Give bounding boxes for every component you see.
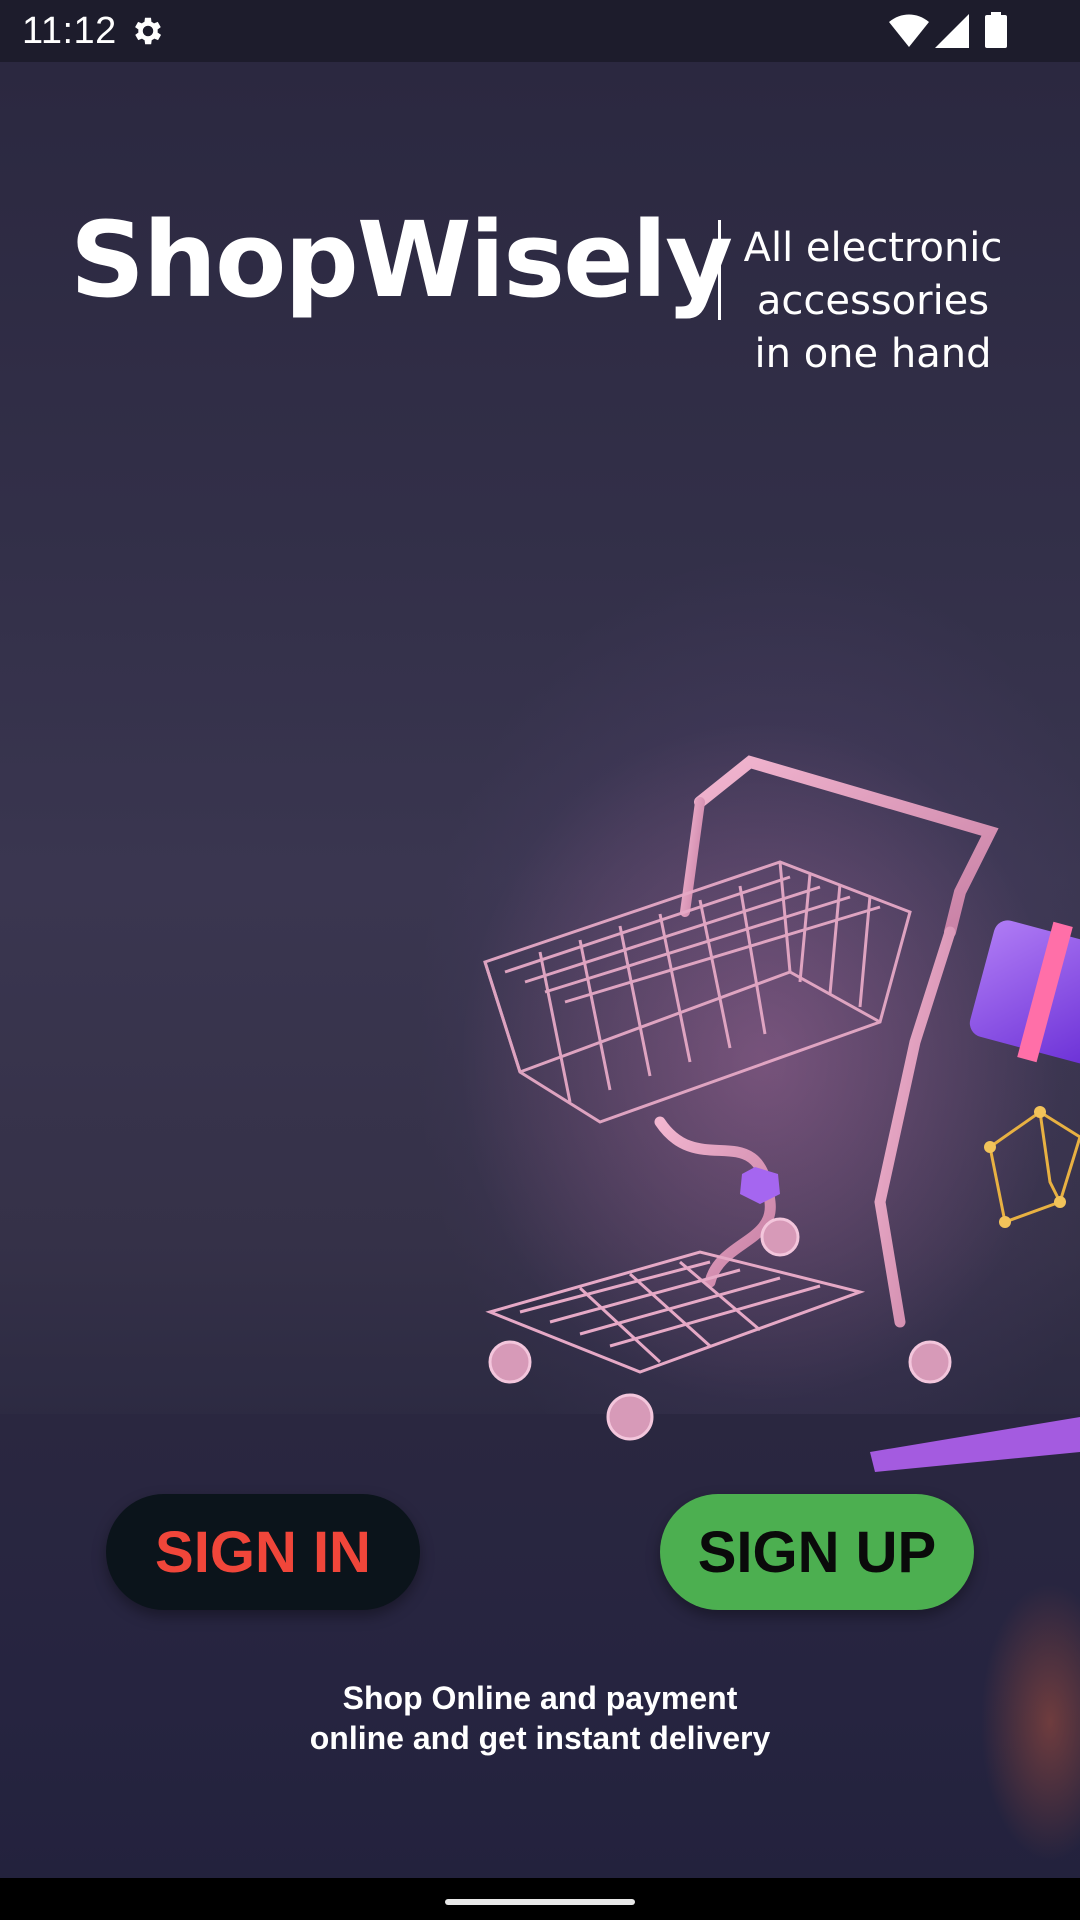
welcome-screen: ShopWisely All electronic accessories in… (0, 62, 1080, 1878)
sign-in-button[interactable]: SIGN IN (106, 1494, 420, 1610)
gear-icon (135, 17, 162, 45)
bottom-panel (0, 1414, 1080, 1878)
brand-name: ShopWisely (70, 199, 733, 321)
tagline-line: All electronic (743, 225, 1003, 271)
status-time: 11:12 (22, 10, 117, 52)
signal-icon (935, 14, 969, 48)
promo-text-line: online and get instant delivery (309, 1720, 771, 1756)
brand-tagline: All electronic accessories in one hand (728, 222, 1018, 381)
shopping-cart-illustration (460, 722, 1080, 1472)
wifi-icon (889, 14, 929, 47)
tagline-line: in one hand (754, 331, 992, 377)
background-glow (980, 1582, 1080, 1862)
battery-icon (985, 12, 1007, 48)
sign-up-button[interactable]: SIGN UP (660, 1494, 974, 1610)
home-gesture-handle[interactable] (445, 1899, 635, 1905)
brand-divider (718, 220, 721, 320)
tagline-line: accessories (756, 278, 990, 324)
navigation-bar (0, 1878, 1080, 1920)
promo-text-line: Shop Online and payment (342, 1680, 738, 1716)
status-bar: 11:12 (0, 0, 1080, 62)
promo-text: Shop Online and payment online and get i… (240, 1678, 840, 1758)
